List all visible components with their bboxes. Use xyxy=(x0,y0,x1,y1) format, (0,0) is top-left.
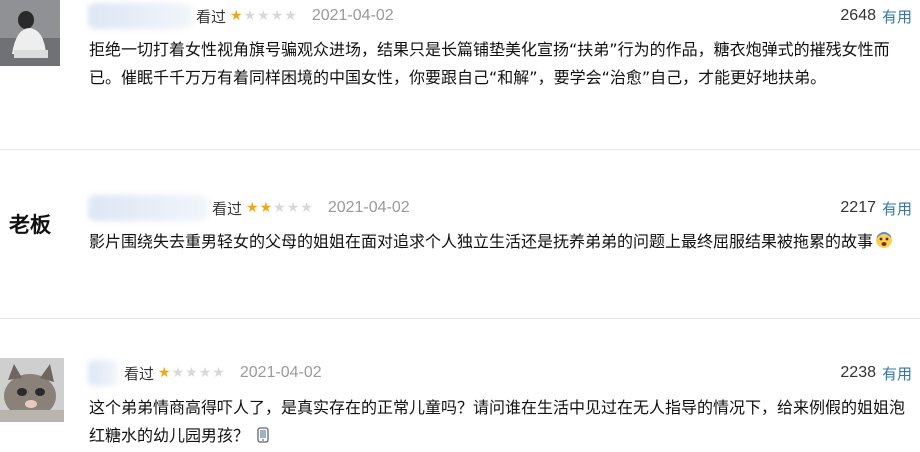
review-text: 影片围绕失去重男轻女的父母的姐姐在面对追求个人独立生活还是抚养弟弟的问题上最终屈… xyxy=(89,228,911,258)
username-blurred[interactable] xyxy=(88,195,208,221)
username-blurred[interactable] xyxy=(88,3,192,29)
star-empty-icon: ★ xyxy=(171,365,185,381)
avatar[interactable] xyxy=(0,0,60,66)
star-filled-icon: ★ xyxy=(158,365,171,381)
divider xyxy=(0,149,920,150)
review-date: 2021-04-02 xyxy=(327,199,410,216)
star-empty-icon: ★ xyxy=(273,200,286,216)
star-empty-icon: ★ xyxy=(185,365,198,381)
star-empty-icon: ★ xyxy=(198,365,212,381)
review-text: 拒绝一切打着女性视角旗号骗观众进场，结果只是长篇铺垫美化宣扬“扶弟”行为的作品，… xyxy=(89,36,911,92)
review-text-content: 影片围绕失去重男轻女的父母的姐姐在面对追求个人独立生活还是抚养弟弟的问题上最终屈… xyxy=(89,232,874,251)
rating-stars: ★ ★ ★ ★ ★ xyxy=(246,201,314,215)
fearful-face-icon xyxy=(875,230,893,258)
avatar-text: 老板 xyxy=(9,213,51,237)
star-filled-icon: ★ xyxy=(259,200,273,216)
star-empty-icon: ★ xyxy=(284,8,297,24)
watched-label: 看过 xyxy=(124,364,155,383)
star-empty-icon: ★ xyxy=(212,365,225,381)
vote-area: 2648 有用 xyxy=(840,3,912,29)
review-date: 2021-04-02 xyxy=(239,364,322,381)
review-text-content: 拒绝一切打着女性视角旗号骗观众进场，结果只是长篇铺垫美化宣扬“扶弟”行为的作品，… xyxy=(89,40,890,87)
rating-stars: ★ ★ ★ ★ ★ xyxy=(158,366,226,380)
useful-button[interactable]: 有用 xyxy=(882,6,912,27)
star-empty-icon: ★ xyxy=(270,8,284,24)
useful-button[interactable]: 有用 xyxy=(882,363,912,384)
mobile-phone-icon xyxy=(257,424,269,452)
review-date: 2021-04-02 xyxy=(311,7,394,24)
watched-label: 看过 xyxy=(212,199,243,218)
star-empty-icon: ★ xyxy=(286,200,300,216)
vote-area: 2238 有用 xyxy=(840,360,912,386)
review-text-content: 这个弟弟情商高得吓人了，是真实存在的正常儿童吗？请问谁在生活中见过在无人指导的情… xyxy=(89,398,906,445)
star-empty-icon: ★ xyxy=(257,8,270,24)
avatar[interactable] xyxy=(0,358,64,422)
avatar[interactable]: 老板 xyxy=(0,189,66,255)
review-meta: 看过 ★ ★ ★ ★ ★ 2021-04-02 xyxy=(124,360,322,386)
star-empty-icon: ★ xyxy=(243,8,257,24)
rating-stars: ★ ★ ★ ★ ★ xyxy=(230,9,298,23)
watched-label: 看过 xyxy=(196,7,227,26)
vote-count: 2238 xyxy=(840,364,876,381)
useful-button[interactable]: 有用 xyxy=(882,198,912,219)
review-meta: 看过 ★ ★ ★ ★ ★ 2021-04-02 xyxy=(212,195,410,221)
username-blurred[interactable] xyxy=(88,360,118,386)
divider xyxy=(0,318,920,319)
star-filled-icon: ★ xyxy=(246,200,259,216)
review-text: 这个弟弟情商高得吓人了，是真实存在的正常儿童吗？请问谁在生活中见过在无人指导的情… xyxy=(89,394,911,452)
vote-count: 2648 xyxy=(840,7,876,24)
vote-area: 2217 有用 xyxy=(840,195,912,221)
vote-count: 2217 xyxy=(840,199,876,216)
star-empty-icon: ★ xyxy=(300,200,313,216)
star-filled-icon: ★ xyxy=(230,8,243,24)
review-meta: 看过 ★ ★ ★ ★ ★ 2021-04-02 xyxy=(196,3,394,29)
